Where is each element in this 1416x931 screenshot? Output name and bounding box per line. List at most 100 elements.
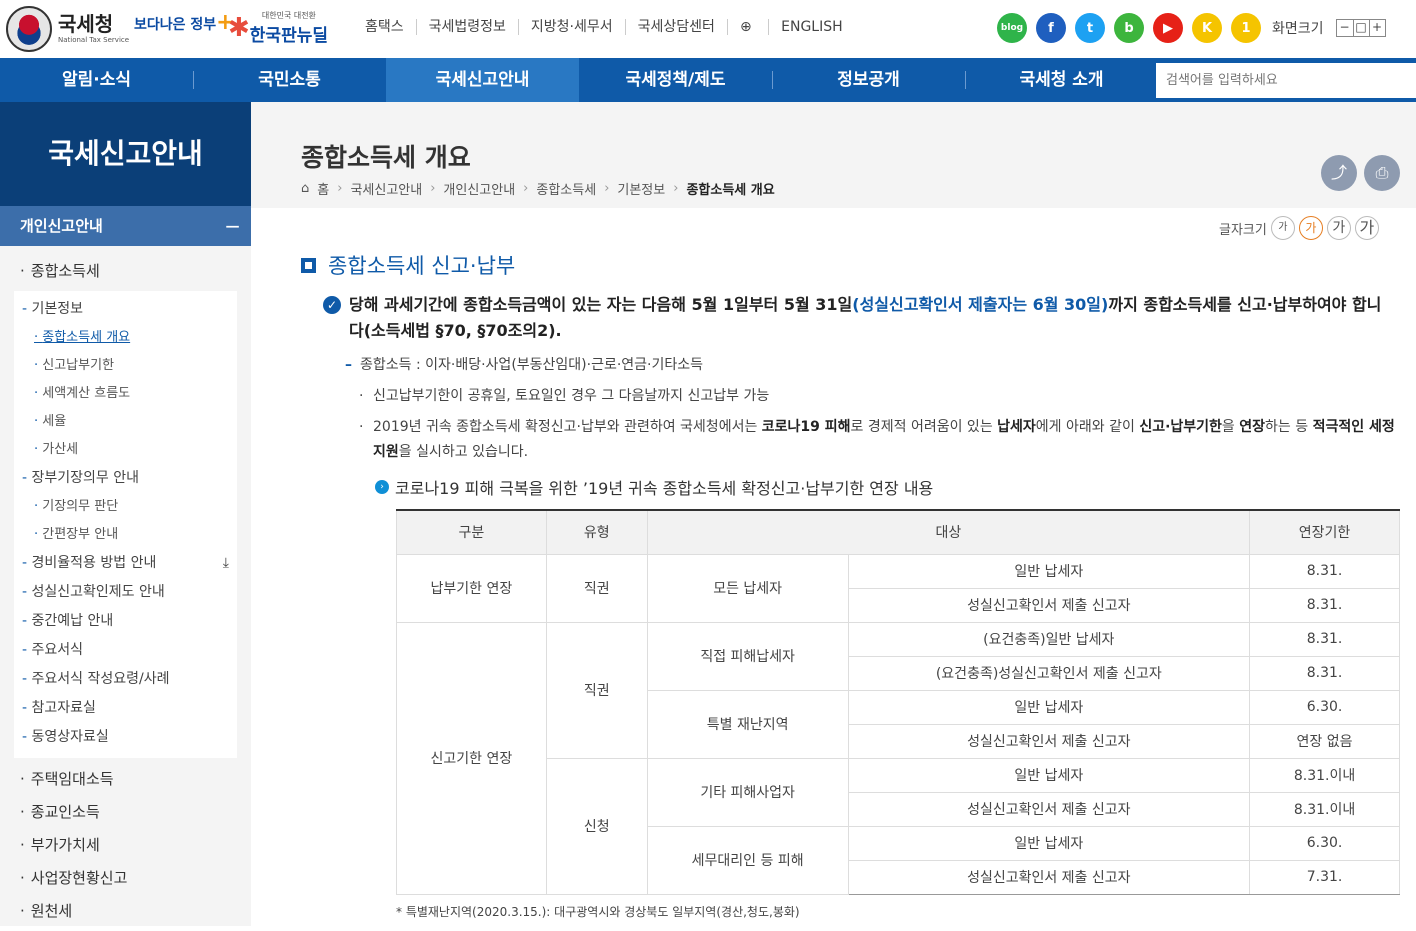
table-cell-group: 직접 피해납세자 [646,621,849,691]
lnb-sub-interim[interactable]: 중간예납 안내 [14,607,237,636]
home-icon[interactable]: ⌂ [301,181,309,196]
table-header: 유형 [545,509,648,555]
breadcrumb-item[interactable]: 종합소득세 [536,179,596,198]
search-input[interactable] [1156,63,1416,98]
lnb-title: 국세신고안내 [0,102,251,206]
table-cell-deadline: 8.31.이내 [1249,757,1400,793]
font-size-largest-button[interactable]: 가 [1354,216,1379,240]
section-title: 종합소득세 신고·납부 [301,250,515,280]
one-icon[interactable]: 1 [1231,13,1261,43]
lnb-sub-bookkeeping[interactable]: 장부기장의무 안내 [14,464,237,493]
table-heading: › 코로나19 피해 극복을 위한 ’19년 귀속 종합소득세 확정신고·납부기한… [375,475,933,499]
table-cell-target: 일반 납세자 [847,757,1251,793]
lnb-sub-basic[interactable]: 기본정보 [14,295,237,324]
breadcrumb-item[interactable]: 기본정보 [617,179,665,198]
util-link-offices[interactable]: 지방청·세무서 [517,19,625,35]
table-cell-deadline: 6.30. [1249,825,1400,861]
gnb-disclosure[interactable]: 정보공개 [772,58,965,102]
lnb-leaf-judge[interactable]: 기장의무 판단 [14,493,237,521]
government-slogan[interactable]: 보다나은 정부+ [134,10,235,35]
collapse-icon[interactable]: − [224,206,241,246]
arrow-circle-icon: › [375,480,389,494]
sns-links: blog f t b ▶ K 1 [997,13,1261,43]
chevron-right-icon: › [523,181,529,196]
table-row: 납부기한 연장 직권 모든 납세자 일반 납세자 8.31. [396,553,1400,623]
gnb-policy[interactable]: 국세정책/제도 [579,58,772,102]
lnb-item-business-report[interactable]: 사업장현황신고 [0,865,251,898]
table-cell-target: (요건충족)일반 납세자 [847,621,1251,657]
lnb-leaf-penalty[interactable]: 가산세 [14,436,237,464]
lnb-item-rental[interactable]: 주택임대소득 [0,766,251,799]
util-link-hometax[interactable]: 홈택스 [365,19,416,35]
twitter-icon[interactable]: t [1075,13,1105,43]
table-cell-deadline: 7.31. [1249,859,1400,895]
font-size-larger-button[interactable]: 가 [1326,216,1351,240]
gnb-tax-filing[interactable]: 국세신고안내 [386,58,579,102]
table-cell-target: (요건충족)성실신고확인서 제출 신고자 [847,655,1251,691]
nts-logo[interactable]: 국세청 National Tax Service [6,6,129,52]
main-content: 종합소득세 개요 ⌂ 홈 › 국세신고안내 › 개인신고안내 › 종합소득세 › 기본정… [251,102,1416,926]
zoom-out-button[interactable]: − [1337,20,1353,36]
new-deal-logo[interactable]: ✱ 대한민국 대전환 한국판뉴딜 [228,10,328,46]
util-link-law[interactable]: 국세법령정보 [415,19,518,35]
table-cell-target: 성실신고확인서 제출 신고자 [847,723,1251,759]
chevron-right-icon: › [430,181,436,196]
lnb-section-personal[interactable]: 개인신고안내 − [0,206,251,246]
lnb-sub-form-guide[interactable]: 주요서식 작성요령/사례 [14,665,237,694]
lnb-leaf-flow[interactable]: 세액계산 흐름도 [14,380,237,408]
download-icon[interactable]: ⤓ [223,549,229,578]
blog-icon[interactable]: blog [997,13,1027,43]
print-icon[interactable]: ⎙ [1364,155,1400,191]
font-size-default-button[interactable]: 가 [1298,216,1323,240]
breadcrumb: ⌂ 홈 › 국세신고안내 › 개인신고안내 › 종합소득세 › 기본정보 › 종합소득세 … [301,179,783,198]
table-cell-type: 직권 [545,553,648,623]
table-footnote: * 특별재난지역(2020.3.15.): 대구광역시와 경상북도 일부지역(경… [396,905,800,919]
lnb-leaf-simple-book[interactable]: 간편장부 안내 [14,521,237,549]
table-cell-deadline: 6.30. [1249,689,1400,725]
chevron-right-icon: › [604,181,610,196]
table-row: 신청 기타 피해사업자 일반 납세자 8.31.이내 [397,757,1400,895]
lnb-sub-references[interactable]: 참고자료실 [14,694,237,723]
table-header: 대상 [646,509,1251,555]
util-link-counsel[interactable]: 국세상담센터 [624,19,727,35]
breadcrumb-item[interactable]: 개인신고안내 [443,179,515,198]
zoom-reset-button[interactable]: □ [1352,20,1369,36]
table-cell-group: 기타 피해사업자 [646,757,849,827]
lnb-item-religious[interactable]: 종교인소득 [0,799,251,832]
lnb-sub-faithful[interactable]: 성실신고확인제도 안내 [14,578,237,607]
table-header: 구분 [396,509,547,555]
font-size-smaller-button[interactable]: 가 [1270,216,1295,240]
table-cell-target: 성실신고확인서 제출 신고자 [847,791,1251,827]
youtube-icon[interactable]: ▶ [1153,13,1183,43]
breadcrumb-home[interactable]: 홈 [317,179,329,198]
facebook-icon[interactable]: f [1036,13,1066,43]
table-cell-category: 신고기한 연장 [396,621,547,895]
kakao-icon[interactable]: K [1192,13,1222,43]
breadcrumb-item[interactable]: 국세신고안내 [350,179,422,198]
top-header: 국세청 National Tax Service 보다나은 정부+ ✱ 대한민국… [0,0,1416,58]
gnb-about[interactable]: 국세청 소개 [965,58,1158,102]
lnb-sub-expense-rate[interactable]: 경비율적용 방법 안내⤓ [14,549,237,578]
zoom-in-button[interactable]: + [1368,20,1385,36]
table-cell-deadline: 8.31. [1249,655,1400,691]
lnb-item-withholding[interactable]: 원천세 [0,898,251,931]
gnb-notice[interactable]: 알림·소식 [0,58,193,102]
lnb-sub-forms[interactable]: 주요서식 [14,636,237,665]
share-icon[interactable]: ⤴ [1321,155,1357,191]
lnb-leaf-rate[interactable]: 세율 [14,408,237,436]
util-link-english[interactable]: ⊕ ENGLISH [726,19,867,35]
lnb-leaf-overview[interactable]: 종합소득세 개요 [14,324,237,352]
table-cell-target: 일반 납세자 [847,553,1251,589]
lnb-item-vat[interactable]: 부가가치세 [0,832,251,865]
lnb-sub-videos[interactable]: 동영상자료실 [14,723,237,752]
lnb-leaf-deadline[interactable]: 신고납부기한 [14,352,237,380]
lnb-item-income-tax[interactable]: 종합소득세 [0,258,251,291]
table-row: 신고기한 연장 직권 직접 피해납세자 (요건충족)일반 납세자 8.31. [396,621,1400,895]
band-icon[interactable]: b [1114,13,1144,43]
table-cell-deadline: 연장 없음 [1249,723,1400,759]
table-cell-category: 납부기한 연장 [396,553,547,623]
taegeuk-emblem-icon [6,6,52,52]
logo-title: 국세청 [58,12,114,36]
table-cell-deadline: 8.31. [1249,553,1400,589]
gnb-communication[interactable]: 국민소통 [193,58,386,102]
